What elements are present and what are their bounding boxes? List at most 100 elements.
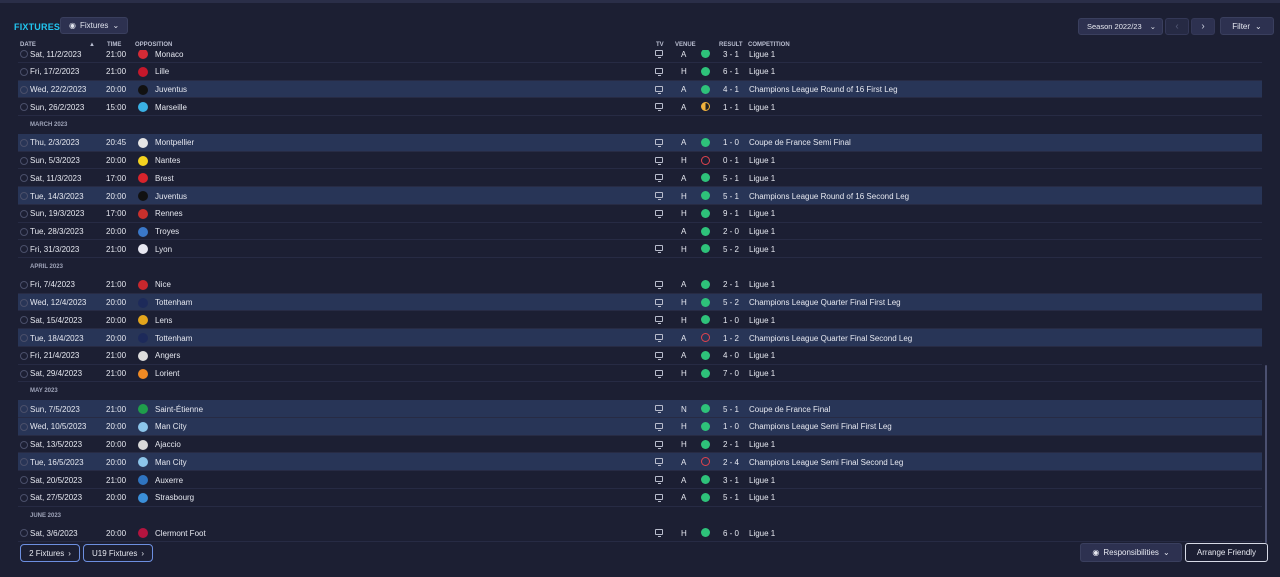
opposition-name[interactable]: Man City <box>155 458 187 467</box>
fixture-score[interactable]: 2 - 4 <box>723 458 739 467</box>
fixture-competition[interactable]: Ligue 1 <box>749 227 775 236</box>
opposition-name[interactable]: Tottenham <box>155 334 192 343</box>
select-checkbox[interactable] <box>20 174 28 183</box>
fixture-score[interactable]: 5 - 1 <box>723 405 739 414</box>
view-dropdown[interactable]: ◉ Fixtures ⌄ <box>60 17 128 34</box>
fixture-row[interactable]: Sun, 26/2/2023 15:00 Marseille A 1 - 1 Ligue … <box>18 98 1262 116</box>
fixture-competition[interactable]: Ligue 1 <box>749 209 775 218</box>
fixture-score[interactable]: 5 - 1 <box>723 192 739 201</box>
fixture-row[interactable]: Thu, 2/3/2023 20:45 Montpellier A 1 - 0 Coupe… <box>18 133 1262 152</box>
fixture-row[interactable]: Sat, 11/2/2023 21:00 Monaco A 3 - 1 Ligue 1 <box>18 50 1262 63</box>
fixture-row[interactable]: Fri, 31/3/2023 21:00 Lyon H 5 - 2 Ligue 1 <box>18 240 1262 258</box>
select-checkbox[interactable] <box>20 192 28 200</box>
next-season-button[interactable]: › <box>1191 18 1215 35</box>
opposition-name[interactable]: Nantes <box>155 156 180 165</box>
col-time[interactable]: TIME <box>107 42 121 48</box>
fixture-row[interactable]: Sat, 29/4/2023 21:00 Lorient H 7 - 0 Ligue 1 <box>18 365 1262 383</box>
opposition-name[interactable]: Saint-Étienne <box>155 405 203 414</box>
fixture-row[interactable]: Sun, 5/3/2023 20:00 Nantes H 0 - 1 Ligue 1 <box>18 152 1262 170</box>
select-checkbox[interactable] <box>20 103 28 112</box>
opposition-name[interactable]: Angers <box>155 351 180 360</box>
opposition-name[interactable]: Juventus <box>155 192 187 201</box>
select-checkbox[interactable] <box>20 156 28 165</box>
fixture-row[interactable]: Sat, 13/5/2023 20:00 Ajaccio H 2 - 1 Ligue 1 <box>18 436 1262 454</box>
fixture-row[interactable]: Sat, 3/6/2023 20:00 Clermont Foot H 6 - 0 Lig… <box>18 524 1262 542</box>
select-checkbox[interactable] <box>20 316 28 325</box>
fixture-row[interactable]: Wed, 12/4/2023 20:00 Tottenham H 5 - 2 Champi… <box>18 293 1262 312</box>
fixture-competition[interactable]: Champions League Round of 16 Second Leg <box>749 192 909 201</box>
select-checkbox[interactable] <box>20 209 28 218</box>
fixture-row[interactable]: Sat, 27/5/2023 20:00 Strasbourg A 5 - 1 Ligue… <box>18 489 1262 507</box>
fixture-competition[interactable]: Coupe de France Final <box>749 405 830 414</box>
fixture-score[interactable]: 1 - 2 <box>723 334 739 343</box>
fixture-score[interactable]: 1 - 0 <box>723 422 739 431</box>
fixture-score[interactable]: 5 - 2 <box>723 298 739 307</box>
fixture-score[interactable]: 5 - 1 <box>723 493 739 502</box>
opposition-name[interactable]: Tottenham <box>155 298 192 307</box>
select-checkbox[interactable] <box>20 529 28 538</box>
fixture-score[interactable]: 2 - 0 <box>723 227 739 236</box>
select-checkbox[interactable] <box>20 458 28 467</box>
fixture-score[interactable]: 3 - 1 <box>723 50 739 59</box>
fixture-row[interactable]: Fri, 17/2/2023 21:00 Lille H 6 - 1 Ligue 1 <box>18 63 1262 81</box>
select-checkbox[interactable] <box>20 440 28 449</box>
select-checkbox[interactable] <box>20 422 28 431</box>
fixture-score[interactable]: 5 - 2 <box>723 245 739 254</box>
fixture-score[interactable]: 2 - 1 <box>723 280 739 289</box>
fixture-row[interactable]: Sat, 20/5/2023 21:00 Auxerre A 3 - 1 Ligue 1 <box>18 471 1262 489</box>
fixture-competition[interactable]: Ligue 1 <box>749 529 775 538</box>
select-checkbox[interactable] <box>20 280 28 289</box>
fixture-competition[interactable]: Ligue 1 <box>749 369 775 378</box>
fixture-competition[interactable]: Ligue 1 <box>749 351 775 360</box>
opposition-name[interactable]: Strasbourg <box>155 493 194 502</box>
filter-button[interactable]: Filter ⌄ <box>1220 17 1274 35</box>
select-checkbox[interactable] <box>20 369 28 378</box>
fixture-competition[interactable]: Ligue 1 <box>749 440 775 449</box>
fixture-score[interactable]: 2 - 1 <box>723 440 739 449</box>
opposition-name[interactable]: Juventus <box>155 85 187 94</box>
fixture-competition[interactable]: Ligue 1 <box>749 67 775 76</box>
fixture-row[interactable]: Fri, 21/4/2023 21:00 Angers A 4 - 0 Ligue 1 <box>18 347 1262 365</box>
select-checkbox[interactable] <box>20 334 28 342</box>
fixture-score[interactable]: 1 - 1 <box>723 103 739 112</box>
opposition-name[interactable]: Montpellier <box>155 138 194 147</box>
fixture-competition[interactable]: Ligue 1 <box>749 245 775 254</box>
opposition-name[interactable]: Lille <box>155 67 169 76</box>
col-result[interactable]: RESULT <box>719 42 743 48</box>
opposition-name[interactable]: Troyes <box>155 227 179 236</box>
opposition-name[interactable]: Nice <box>155 280 171 289</box>
fixture-competition[interactable]: Champions League Quarter Final First Leg <box>749 298 901 307</box>
fixture-row[interactable]: Sun, 7/5/2023 21:00 Saint-Étienne N 5 - 1 Cou… <box>18 400 1262 418</box>
select-checkbox[interactable] <box>20 67 28 76</box>
fixture-competition[interactable]: Champions League Quarter Final Second Le… <box>749 334 912 343</box>
fixture-score[interactable]: 4 - 1 <box>723 85 739 94</box>
fixture-competition[interactable]: Ligue 1 <box>749 476 775 485</box>
scrollbar[interactable] <box>1265 365 1267 543</box>
responsibilities-button[interactable]: ◉ Responsibilities ⌄ <box>1080 543 1182 562</box>
opposition-name[interactable]: Auxerre <box>155 476 183 485</box>
fixture-competition[interactable]: Champions League Round of 16 First Leg <box>749 85 898 94</box>
fixture-row[interactable]: Tue, 28/3/2023 20:00 Troyes A 2 - 0 Ligue 1 <box>18 223 1262 241</box>
col-date[interactable]: DATE <box>20 42 36 48</box>
select-checkbox[interactable] <box>20 351 28 360</box>
fixture-list[interactable]: Sat, 11/2/2023 21:00 Monaco A 3 - 1 Ligue 1 Fr… <box>18 50 1262 542</box>
fixture-row[interactable]: Sat, 15/4/2023 20:00 Lens H 1 - 0 Ligue 1 <box>18 311 1262 329</box>
select-checkbox[interactable] <box>20 85 28 94</box>
previous-season-button[interactable]: ‹ <box>1165 18 1189 35</box>
fixture-row[interactable]: Wed, 22/2/2023 20:00 Juventus A 4 - 1 Champio… <box>18 80 1262 99</box>
col-tv[interactable]: TV <box>656 42 664 48</box>
select-checkbox[interactable] <box>20 405 28 413</box>
fixture-score[interactable]: 1 - 0 <box>723 316 739 325</box>
fixture-row[interactable]: Tue, 14/3/2023 20:00 Juventus H 5 - 1 Champio… <box>18 187 1262 205</box>
fixture-competition[interactable]: Ligue 1 <box>749 50 775 59</box>
select-checkbox[interactable] <box>20 227 28 236</box>
opposition-name[interactable]: Ajaccio <box>155 440 181 449</box>
select-checkbox[interactable] <box>20 493 28 502</box>
fixture-row[interactable]: Sun, 19/3/2023 17:00 Rennes H 9 - 1 Ligue 1 <box>18 205 1262 223</box>
opposition-name[interactable]: Rennes <box>155 209 183 218</box>
select-checkbox[interactable] <box>20 245 28 254</box>
fixture-row[interactable]: Sat, 11/3/2023 17:00 Brest A 5 - 1 Ligue 1 <box>18 169 1262 187</box>
fixture-score[interactable]: 6 - 0 <box>723 529 739 538</box>
fixture-score[interactable]: 9 - 1 <box>723 209 739 218</box>
opposition-name[interactable]: Lens <box>155 316 172 325</box>
